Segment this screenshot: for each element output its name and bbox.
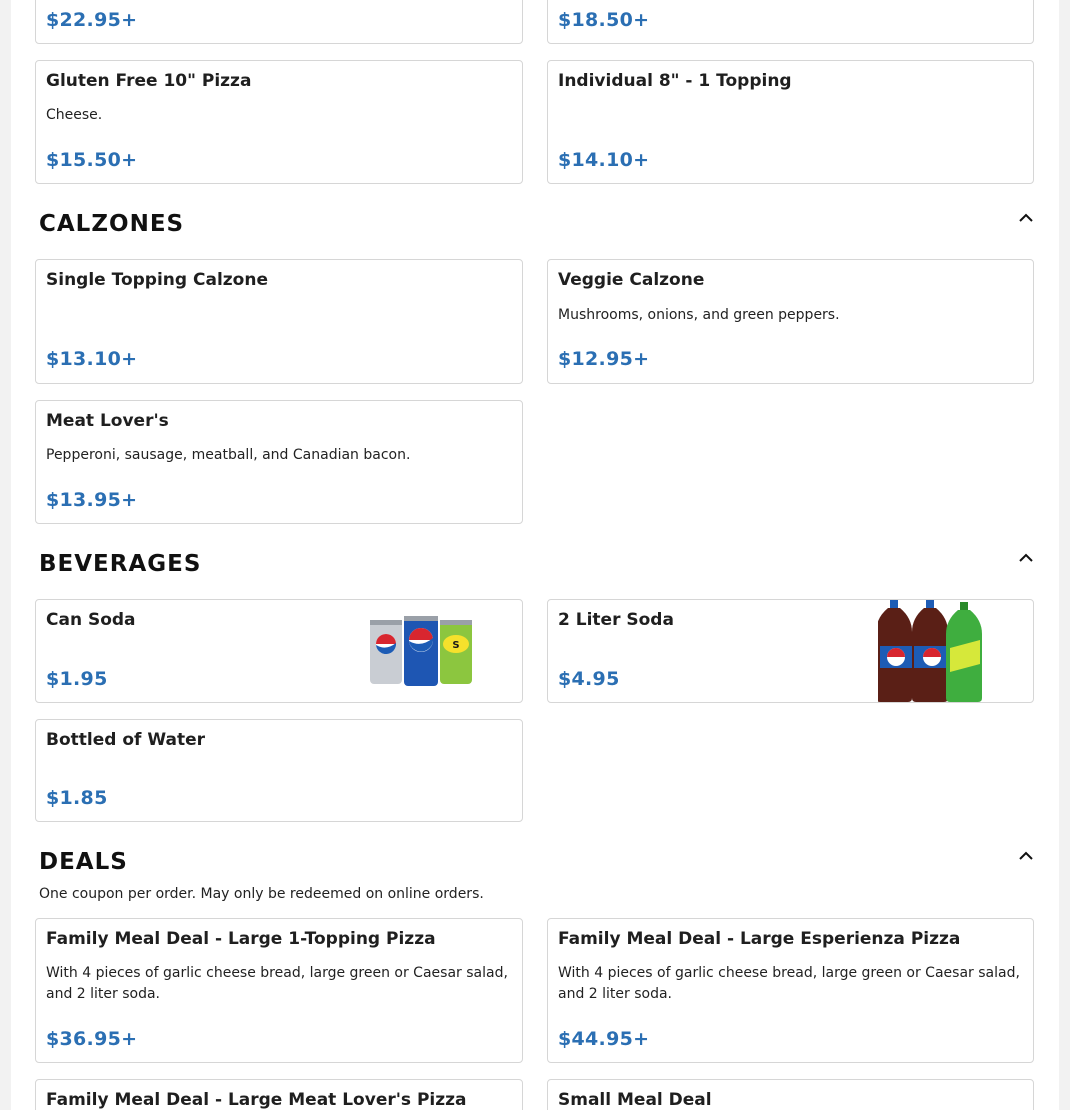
menu-item-card[interactable]: $18.50+ [547, 0, 1034, 44]
section-note: One coupon per order. May only be redeem… [39, 886, 484, 902]
menu-item-card[interactable]: Single Topping Calzone $13.10+ [35, 259, 523, 384]
chevron-up-icon[interactable] [1018, 848, 1034, 864]
pepsi-cans-image: S [370, 616, 472, 686]
menu-item-card[interactable]: Can Soda $1.95 S [35, 599, 523, 703]
chevron-up-icon[interactable] [1018, 550, 1034, 566]
item-name: Bottled of Water [46, 730, 205, 750]
item-description: Mushrooms, onions, and green peppers. [558, 307, 840, 323]
item-name: Veggie Calzone [558, 270, 705, 290]
item-description: With 4 pieces of garlic cheese bread, la… [558, 965, 1020, 1002]
item-name: Small Meal Deal [558, 1090, 712, 1110]
item-name: Individual 8" - 1 Topping [558, 71, 792, 91]
item-name: Family Meal Deal - Large Meat Lover's Pi… [46, 1090, 467, 1110]
menu-item-card[interactable]: Small Meal Deal [547, 1079, 1034, 1110]
svg-text:S: S [452, 640, 459, 651]
item-description: With 4 pieces of garlic cheese bread, la… [46, 965, 508, 1002]
menu-item-card[interactable]: Bottled of Water $1.85 [35, 719, 523, 822]
item-price: $14.10+ [558, 149, 650, 171]
menu-item-card[interactable]: 2 Liter Soda $4.95 [547, 599, 1034, 703]
item-price: $15.50+ [46, 149, 138, 171]
item-description: Cheese. [46, 107, 103, 123]
item-price: $1.85 [46, 787, 108, 809]
menu-item-card[interactable]: Veggie Calzone Mushrooms, onions, and gr… [547, 259, 1034, 384]
item-price: $36.95+ [46, 1028, 138, 1050]
item-name: 2 Liter Soda [558, 610, 674, 630]
menu-item-card[interactable]: Family Meal Deal - Large Esperienza Pizz… [547, 918, 1034, 1063]
menu-item-card[interactable]: Family Meal Deal - Large Meat Lover's Pi… [35, 1079, 523, 1110]
menu-item-card[interactable]: $22.95+ [35, 0, 523, 44]
section-title-beverages: BEVERAGES [39, 551, 202, 577]
item-price: $13.95+ [46, 489, 138, 511]
item-name: Gluten Free 10" Pizza [46, 71, 252, 91]
menu-item-card[interactable]: Gluten Free 10" Pizza Cheese. $15.50+ [35, 60, 523, 184]
item-description: Pepperoni, sausage, meatball, and Canadi… [46, 447, 411, 463]
item-price: $44.95+ [558, 1028, 650, 1050]
menu-item-card[interactable]: Family Meal Deal - Large 1-Topping Pizza… [35, 918, 523, 1063]
menu-item-card[interactable]: Meat Lover's Pepperoni, sausage, meatbal… [35, 400, 523, 524]
menu-page: $22.95+ $18.50+ Gluten Free 10" Pizza Ch… [11, 0, 1059, 1110]
item-price: $13.10+ [46, 348, 138, 370]
menu-item-card[interactable]: Individual 8" - 1 Topping $14.10+ [547, 60, 1034, 184]
item-name: Family Meal Deal - Large Esperienza Pizz… [558, 929, 961, 949]
item-name: Meat Lover's [46, 411, 169, 431]
chevron-up-icon[interactable] [1018, 210, 1034, 226]
item-name: Family Meal Deal - Large 1-Topping Pizza [46, 929, 436, 949]
item-price: $1.95 [46, 668, 108, 690]
section-title-deals: DEALS [39, 849, 128, 875]
section-title-calzones: CALZONES [39, 211, 185, 237]
item-price: $22.95+ [46, 9, 138, 31]
item-price: $12.95+ [558, 348, 650, 370]
item-price: $4.95 [558, 668, 620, 690]
item-name: Can Soda [46, 610, 136, 630]
item-price: $18.50+ [558, 9, 650, 31]
soda-bottles-image [878, 600, 982, 702]
item-name: Single Topping Calzone [46, 270, 268, 290]
